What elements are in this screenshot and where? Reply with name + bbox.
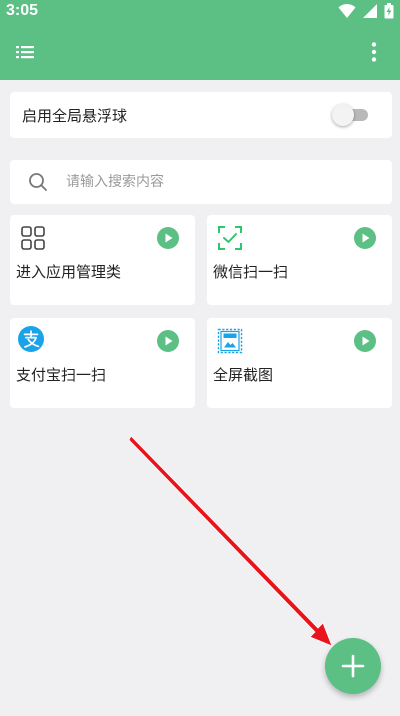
app-screenshot-icon: [217, 328, 243, 354]
plus-icon: [341, 654, 365, 678]
alipay-icon: [18, 326, 44, 352]
status-bar: 3:05: [0, 0, 400, 24]
app-bar: [0, 24, 400, 80]
wechat-scan-icon: [218, 226, 242, 250]
shortcut-tile-alipay-scan[interactable]: 支付宝扫一扫: [10, 318, 195, 408]
signal-icon: [363, 4, 377, 18]
more-options-button[interactable]: [360, 38, 388, 66]
add-button[interactable]: [325, 638, 381, 694]
play-icon[interactable]: [354, 330, 376, 352]
play-icon[interactable]: [354, 227, 376, 249]
shortcut-label: 全屏截图: [213, 366, 274, 384]
status-icons: [338, 3, 394, 19]
search-input[interactable]: [66, 170, 366, 194]
list-menu-icon: [16, 46, 34, 59]
more-vert-icon: [371, 42, 377, 62]
status-time: 3:05: [6, 2, 39, 19]
shortcut-label: 微信扫一扫: [213, 263, 289, 281]
app-grid-icon: [21, 226, 45, 250]
search-icon: [29, 173, 47, 191]
play-icon[interactable]: [157, 330, 179, 352]
shortcut-label: 进入应用管理类: [16, 263, 122, 281]
shortcut-tile-app-management[interactable]: 进入应用管理类: [10, 215, 195, 305]
wifi-icon: [338, 3, 356, 18]
battery-icon: [384, 3, 394, 19]
floating-ball-label: 启用全局悬浮球: [22, 107, 128, 125]
shortcut-tile-full-screenshot[interactable]: 全屏截图: [207, 318, 392, 408]
floating-ball-switch[interactable]: [332, 104, 368, 126]
floating-ball-setting: 启用全局悬浮球: [10, 92, 392, 138]
shortcut-tile-wechat-scan[interactable]: 微信扫一扫: [207, 215, 392, 305]
shortcut-label: 支付宝扫一扫: [16, 366, 107, 384]
menu-button[interactable]: [12, 38, 40, 66]
play-icon[interactable]: [157, 227, 179, 249]
switch-thumb: [332, 104, 354, 126]
search-bar: [10, 160, 392, 204]
